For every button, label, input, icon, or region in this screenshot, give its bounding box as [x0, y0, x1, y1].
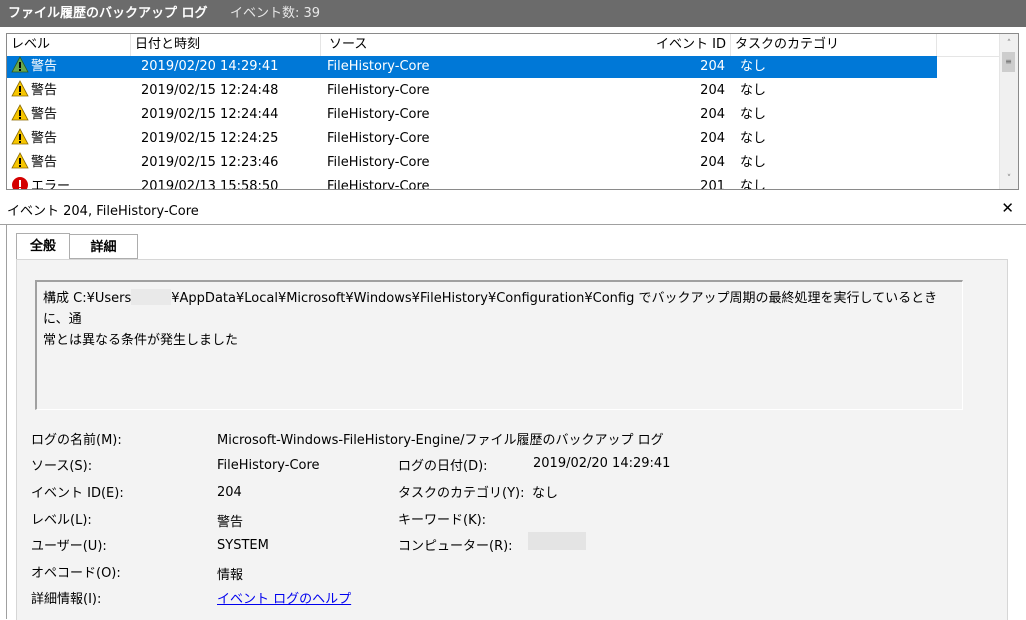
event-datetime-cell: 2019/02/15 12:24:25	[141, 131, 279, 146]
event-level-cell: 警告	[11, 80, 131, 102]
event-source-cell: FileHistory-Core	[327, 155, 430, 170]
level-value: 警告	[217, 515, 244, 530]
event-message-box[interactable]: 構成 C:¥Users ¥AppData¥Local¥Microsoft¥Wind…	[35, 280, 963, 410]
event-level-text: 警告	[31, 155, 58, 170]
event-datetime-cell: 2019/02/13 15:58:50	[141, 179, 279, 190]
task-category-label: タスクのカテゴリ(Y):	[398, 486, 525, 501]
column-header-category[interactable]: タスクのカテゴリ	[731, 34, 937, 56]
event-id-cell: 204	[700, 59, 725, 74]
event-datetime-cell: 2019/02/15 12:23:46	[141, 155, 279, 170]
log-name-value: Microsoft-Windows-FileHistory-Engine/ファイ…	[217, 433, 664, 448]
message-text-part2: ¥AppData¥Local¥Microsoft¥Windows¥FileHis…	[43, 291, 938, 327]
event-level-text: 警告	[31, 83, 58, 98]
redacted-username	[131, 289, 172, 305]
log-name-label: ログの名前(M):	[31, 433, 122, 448]
keywords-label: キーワード(K):	[398, 513, 487, 528]
close-icon[interactable]: ✕	[1001, 199, 1014, 217]
scrollbar-thumb[interactable]: ≡	[1002, 52, 1015, 72]
event-datetime-cell: 2019/02/20 14:29:41	[141, 59, 279, 74]
event-category-cell: なし	[740, 179, 767, 190]
event-source-cell: FileHistory-Core	[327, 131, 430, 146]
event-detail-header: イベント 204, FileHistory-Core ✕	[0, 196, 1026, 225]
event-level-cell: 警告	[11, 152, 131, 174]
event-category-cell: なし	[740, 83, 767, 98]
warning-icon	[11, 152, 29, 170]
event-source-cell: FileHistory-Core	[327, 179, 430, 190]
warning-icon	[11, 56, 29, 74]
event-row[interactable]: 警告 2019/02/20 14:29:41 FileHistory-Core 204…	[7, 56, 937, 78]
event-id-cell: 204	[700, 155, 725, 170]
event-datetime-cell: 2019/02/15 12:24:44	[141, 107, 279, 122]
column-header-source[interactable]: ソース	[325, 34, 525, 56]
message-text-part1: 構成 C:¥Users	[43, 291, 132, 306]
source-label: ソース(S):	[31, 459, 93, 474]
event-list[interactable]: レベル 日付と時刻 イベント ID ソース タスクのカテゴリ 警告 2019/02…	[6, 33, 1019, 190]
log-name-title: ファイル履歴のバックアップ ログ	[8, 6, 208, 21]
event-source-cell: FileHistory-Core	[327, 107, 430, 122]
warning-icon	[11, 128, 29, 146]
task-category-value: なし	[532, 486, 559, 501]
event-level-text: 警告	[31, 107, 58, 122]
event-log-help-link[interactable]: イベント ログのヘルプ	[217, 588, 351, 607]
warning-icon	[11, 80, 29, 98]
event-source-cell: FileHistory-Core	[327, 83, 430, 98]
tab-details[interactable]: 詳細	[70, 234, 138, 259]
scroll-down-arrow-icon[interactable]: ˅	[1000, 171, 1018, 187]
user-value: SYSTEM	[217, 538, 269, 553]
event-level-text: エラー	[31, 179, 71, 190]
event-category-cell: なし	[740, 107, 767, 122]
event-count: イベント数: 39	[230, 6, 321, 21]
event-id-cell: 204	[700, 107, 725, 122]
event-category-cell: なし	[740, 155, 767, 170]
column-header-datetime[interactable]: 日付と時刻	[131, 34, 321, 56]
pane-border	[6, 224, 7, 619]
event-row[interactable]: 警告 2019/02/15 12:24:48 FileHistory-Core 204…	[7, 80, 937, 102]
event-category-cell: なし	[740, 59, 767, 74]
event-level-text: 警告	[31, 59, 58, 74]
scroll-up-arrow-icon[interactable]: ˄	[1000, 36, 1018, 52]
column-header-level[interactable]: レベル	[7, 34, 131, 56]
event-level-cell: 警告	[11, 128, 131, 150]
event-level-text: 警告	[31, 131, 58, 146]
opcode-label: オペコード(O):	[31, 566, 121, 581]
event-row[interactable]: 警告 2019/02/15 12:24:25 FileHistory-Core 204…	[7, 128, 937, 150]
event-id-cell: 204	[700, 83, 725, 98]
event-id-cell: 201	[700, 179, 725, 190]
user-label: ユーザー(U):	[31, 539, 107, 554]
source-value: FileHistory-Core	[217, 458, 320, 473]
event-row[interactable]: 警告 2019/02/15 12:24:44 FileHistory-Core 204…	[7, 104, 937, 126]
error-icon	[11, 176, 29, 189]
warning-icon	[11, 104, 29, 122]
event-category-cell: なし	[740, 131, 767, 146]
logged-label: ログの日付(D):	[398, 459, 488, 474]
event-level-cell: 警告	[11, 56, 131, 78]
more-info-label: 詳細情報(I):	[31, 592, 102, 607]
event-detail-title: イベント 204, FileHistory-Core	[7, 204, 199, 219]
event-level-cell: 警告	[11, 104, 131, 126]
level-label: レベル(L):	[31, 513, 92, 528]
opcode-value: 情報	[217, 568, 244, 583]
general-tab-panel: 構成 C:¥Users ¥AppData¥Local¥Microsoft¥Wind…	[16, 259, 1008, 620]
event-datetime-cell: 2019/02/15 12:24:48	[141, 83, 279, 98]
event-list-scrollbar[interactable]: ˄ ≡ ˅	[999, 34, 1018, 189]
event-level-cell: エラー	[11, 176, 131, 190]
event-row[interactable]: エラー 2019/02/13 15:58:50 FileHistory-Core 20…	[7, 176, 937, 190]
window-title-bar: ファイル履歴のバックアップ ログ イベント数: 39	[0, 0, 1026, 27]
message-text-line2: 常とは異なる条件が発生しました	[43, 333, 239, 348]
redacted-computer-name	[528, 532, 586, 550]
computer-label: コンピューター(R):	[398, 539, 513, 554]
event-row[interactable]: 警告 2019/02/15 12:23:46 FileHistory-Core 204…	[7, 152, 937, 174]
event-id-label: イベント ID(E):	[31, 486, 124, 501]
tab-general[interactable]: 全般	[16, 233, 70, 260]
event-id-value: 204	[217, 485, 242, 500]
logged-value: 2019/02/20 14:29:41	[533, 456, 671, 471]
event-list-header: レベル 日付と時刻 イベント ID ソース タスクのカテゴリ	[7, 34, 999, 57]
event-source-cell: FileHistory-Core	[327, 59, 430, 74]
event-id-cell: 204	[700, 131, 725, 146]
